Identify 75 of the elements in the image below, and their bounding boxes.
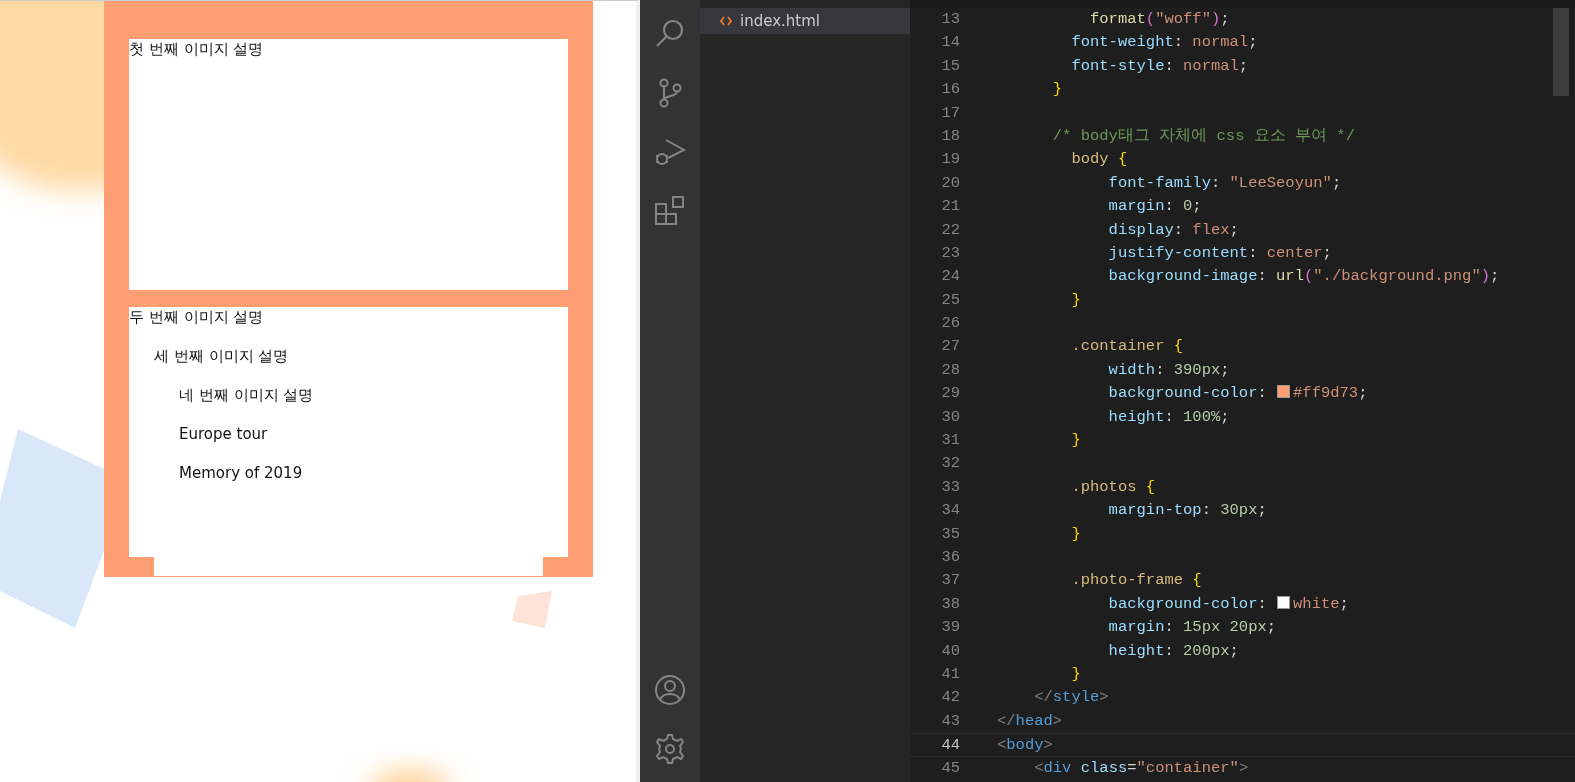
line-number: 21 bbox=[940, 196, 960, 218]
code-line: font-family: "LeeSeoyun"; bbox=[1107, 172, 1342, 194]
line-number: 44 bbox=[940, 735, 960, 756]
code-line: .photo-frame { bbox=[1070, 570, 1202, 592]
line-number: 38 bbox=[940, 593, 960, 615]
line-number: 31 bbox=[940, 430, 960, 452]
line-number: 39 bbox=[940, 617, 960, 639]
line-number: 27 bbox=[940, 336, 960, 358]
code-line: } bbox=[1070, 663, 1081, 685]
line-number: 34 bbox=[940, 500, 960, 522]
line-number: 30 bbox=[940, 406, 960, 428]
line-number: 35 bbox=[940, 523, 960, 545]
code-line: width: 390px; bbox=[1107, 359, 1230, 381]
code-line: .container { bbox=[1070, 336, 1184, 358]
image-caption: 세 번째 이미지 설명 bbox=[154, 346, 290, 366]
run-debug-icon[interactable] bbox=[654, 136, 686, 168]
line-number: 43 bbox=[940, 710, 960, 732]
line-number: 17 bbox=[940, 102, 960, 124]
line-number: 42 bbox=[940, 687, 960, 709]
code-line: background-image: url("./background.png"); bbox=[1107, 266, 1500, 288]
code-line: display: flex; bbox=[1107, 219, 1239, 241]
line-number: 14 bbox=[940, 32, 960, 54]
code-line: } bbox=[1070, 430, 1081, 452]
code-line: </style> bbox=[1033, 687, 1109, 709]
code-line: font-weight: normal; bbox=[1070, 32, 1258, 54]
image-caption: Memory of 2019 bbox=[179, 463, 304, 483]
line-number: 15 bbox=[940, 55, 960, 77]
code-line: <div class="container"> bbox=[1033, 757, 1249, 779]
code-line: height: 200px; bbox=[1107, 640, 1239, 662]
line-number: 28 bbox=[940, 359, 960, 381]
file-item[interactable]: index.html bbox=[700, 8, 910, 34]
code-line: } bbox=[1070, 289, 1081, 311]
code-line: format("woff"); bbox=[1089, 9, 1230, 30]
line-number: 16 bbox=[940, 79, 960, 101]
line-number: 33 bbox=[940, 476, 960, 498]
code-line: <body> bbox=[997, 735, 1053, 756]
code-line: .photos { bbox=[1070, 476, 1156, 498]
code-line: background-color: white; bbox=[1107, 593, 1349, 615]
code-line: margin: 0; bbox=[1107, 196, 1202, 218]
code-line: </head> bbox=[997, 710, 1063, 732]
settings-icon[interactable] bbox=[654, 733, 686, 765]
line-number: 41 bbox=[940, 663, 960, 685]
line-number: 45 bbox=[940, 757, 960, 779]
line-number: 26 bbox=[940, 313, 960, 335]
line-number: 36 bbox=[940, 547, 960, 568]
line-number: 20 bbox=[940, 172, 960, 194]
code-line: /* body태그 자체에 css 요소 부여 */ bbox=[1051, 125, 1355, 147]
line-number: 22 bbox=[940, 219, 960, 241]
code-line: font-style: normal; bbox=[1070, 55, 1249, 77]
image-caption: Europe tour bbox=[179, 424, 269, 444]
code-line: body { bbox=[1070, 149, 1128, 171]
line-number: 25 bbox=[940, 289, 960, 311]
code-line: justify-content: center; bbox=[1107, 242, 1332, 264]
line-number: 18 bbox=[940, 125, 960, 147]
line-number: 37 bbox=[940, 570, 960, 592]
code-file-icon bbox=[720, 16, 732, 26]
code-line: margin-top: 30px; bbox=[1107, 500, 1267, 522]
scrollbar-thumb[interactable] bbox=[1553, 8, 1569, 96]
image-caption: 첫 번째 이미지 설명 bbox=[129, 39, 265, 59]
code-line: height: 100%; bbox=[1107, 406, 1230, 428]
line-number: 32 bbox=[940, 453, 960, 475]
image-caption: 두 번째 이미지 설명 bbox=[129, 307, 265, 327]
line-number: 13 bbox=[940, 9, 960, 30]
code-line: } bbox=[1051, 79, 1063, 101]
extensions-icon[interactable] bbox=[654, 195, 686, 227]
line-number: 24 bbox=[940, 266, 960, 288]
line-number: 40 bbox=[940, 640, 960, 662]
account-icon[interactable] bbox=[654, 674, 686, 706]
line-number: 19 bbox=[940, 149, 960, 171]
line-number: 23 bbox=[940, 242, 960, 264]
code-line: } bbox=[1070, 523, 1081, 545]
line-number: 29 bbox=[940, 383, 960, 405]
code-line: background-color: #ff9d73; bbox=[1107, 383, 1368, 405]
image-caption: 네 번째 이미지 설명 bbox=[179, 385, 315, 405]
code-line: margin: 15px 20px; bbox=[1107, 617, 1277, 639]
